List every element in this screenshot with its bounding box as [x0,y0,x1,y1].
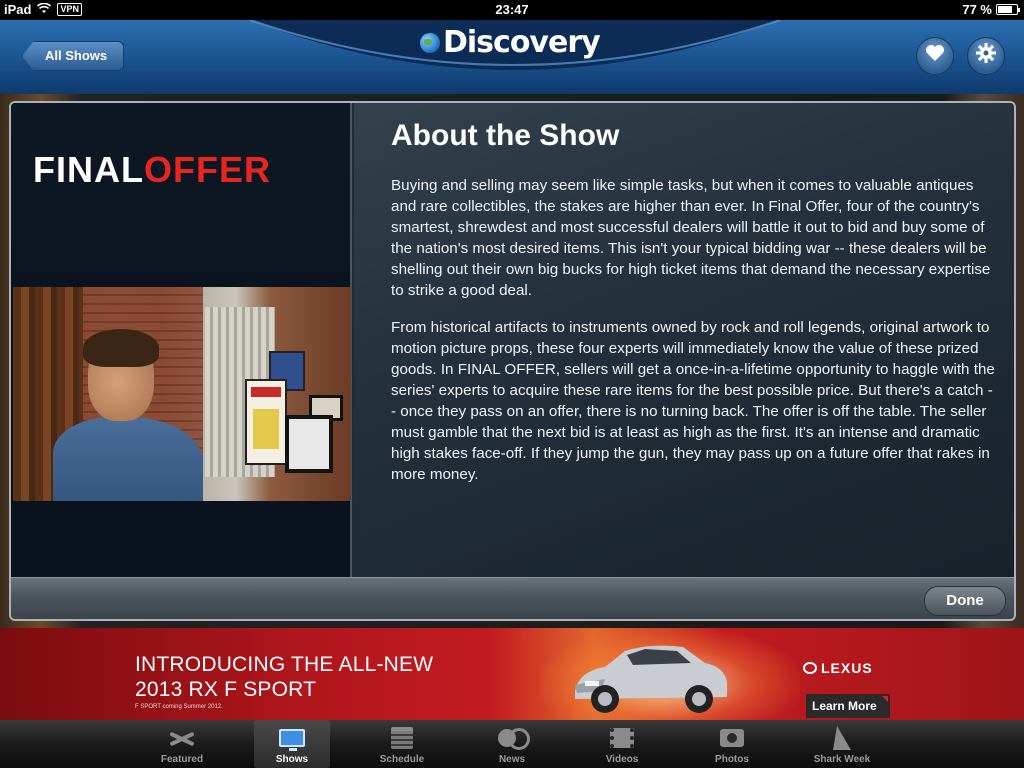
ad-headline-line1: INTRODUCING THE ALL-NEW [135,653,434,676]
shark-fin-icon [828,726,856,750]
clock: 23:47 [495,2,529,17]
ad-headline: INTRODUCING THE ALL-NEW 2013 RX F SPORT [135,652,433,702]
show-detail-panel: FINALOFFER About the Show Buying and sel… [9,101,1016,621]
calendar-icon [388,726,416,750]
tab-featured[interactable]: Featured [127,720,237,768]
lexus-logo: LEXUS [803,660,873,676]
lexus-wordmark: LEXUS [821,660,873,676]
tab-label: Photos [715,754,749,765]
favorites-button[interactable] [916,37,954,75]
show-sidebar: FINALOFFER [11,103,352,577]
show-logo-title: FINALOFFER [33,149,271,191]
tab-shows[interactable]: Shows [254,720,330,768]
show-title-part2: OFFER [143,149,271,190]
tab-label: Shark Week [813,754,871,765]
tab-shark-week[interactable]: Shark Week [787,720,897,768]
film-icon [608,726,636,750]
tab-videos[interactable]: Videos [567,720,677,768]
done-button[interactable]: Done [924,586,1006,616]
all-shows-back-button[interactable]: All Shows [22,41,125,71]
camera-icon [718,726,746,750]
lexus-mark-icon [803,662,817,674]
status-bar: iPad VPN 23:47 77 % [0,0,1024,20]
tab-label: News [498,754,526,765]
tab-news[interactable]: News [457,720,567,768]
show-host-photo [13,287,351,501]
gear-icon [975,42,997,70]
car-image [575,645,727,713]
ad-fine-print: F SPORT coming Summer 2012. [135,704,223,710]
featured-icon [168,726,196,750]
tab-label: Videos [605,754,639,765]
tab-label: Shows [275,754,309,765]
tv-icon [278,726,306,751]
learn-more-button[interactable]: Learn More [806,694,890,718]
logo-text: Discovery [443,25,601,60]
heart-icon [925,44,945,68]
tab-label: Featured [160,754,204,765]
battery-percent: 77 % [962,2,992,17]
globe-icon [420,32,440,53]
settings-button[interactable] [967,37,1005,75]
news-icon [498,726,530,750]
panel-footer: Done [11,577,1014,619]
ad-headline-line2: 2013 RX F SPORT [135,678,317,701]
tab-photos[interactable]: Photos [677,720,787,768]
tab-label: Schedule [379,754,425,765]
tab-schedule[interactable]: Schedule [347,720,457,768]
about-paragraph-2: From historical artifacts to instruments… [391,319,995,483]
tab-bar: Featured Shows Schedule News Videos Phot… [0,720,1024,768]
discovery-logo: Discovery [420,25,601,60]
content-stage: FINALOFFER About the Show Buying and sel… [0,94,1024,628]
about-section: About the Show Buying and selling may se… [354,103,1014,577]
show-title-part1: FINAL [33,149,144,190]
battery-icon [996,4,1020,15]
app-header: All Shows Discovery [0,20,1024,94]
about-heading: About the Show [391,119,620,152]
about-paragraph-1: Buying and selling may seem like simple … [391,177,991,299]
